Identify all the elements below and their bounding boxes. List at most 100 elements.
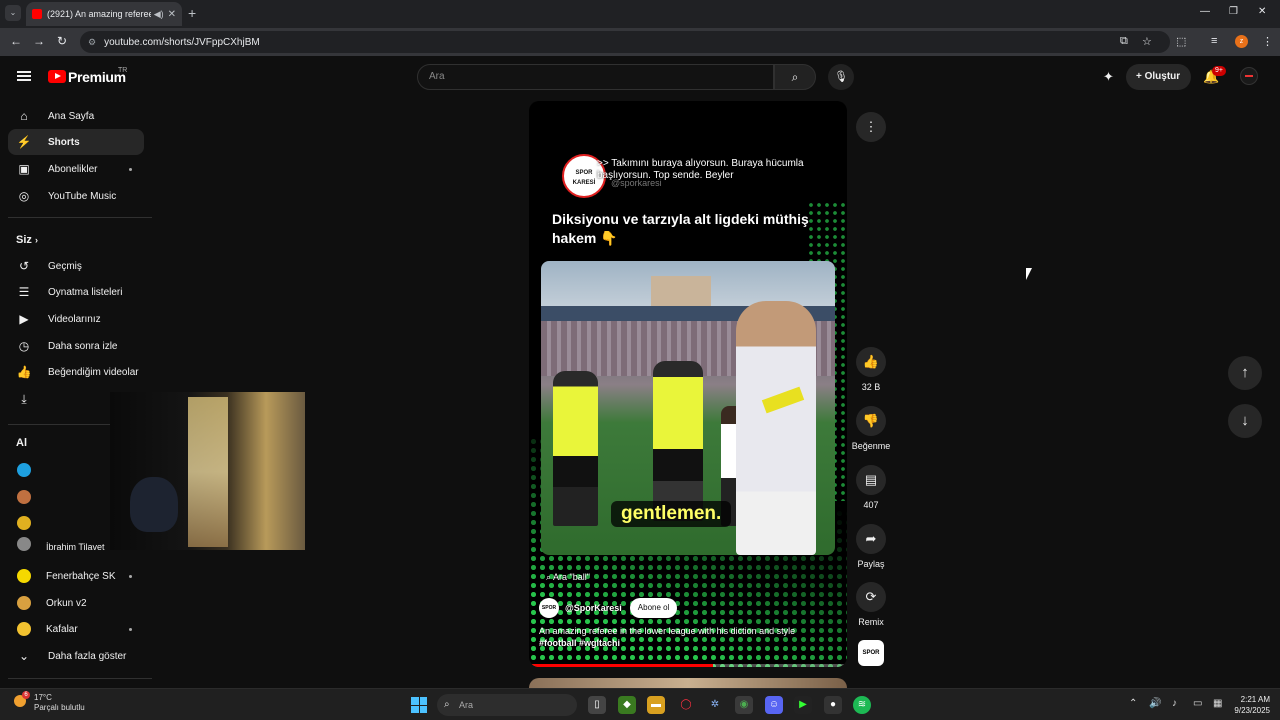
site-info-icon[interactable]: ⚙ [88,37,96,48]
like-button[interactable]: 👍 32 B [841,347,901,392]
file-explorer-icon[interactable]: ▬ [647,696,665,714]
browser-tab-bar: ⌄ (2921) An amazing referee in the lower… [0,0,1280,28]
youtube-header: Premium TR Ara ⌕ 🎙 ✦ + Oluştur 🔔 9+ [0,56,1280,98]
close-window-icon[interactable]: ✕ [1258,6,1266,17]
new-tab-button[interactable]: + [188,5,196,21]
minimize-icon[interactable]: — [1200,6,1210,17]
subscriptions-icon: ▣ [18,162,30,176]
system-clock[interactable]: 2:21 AM 9/23/2025 [1200,694,1270,716]
sidebar-item-youtube-music[interactable]: ◎ YouTube Music [8,183,144,209]
sidebar-item-playlists[interactable]: ☰ Oynatma listeleri [8,279,144,305]
sidebar-item-subscriptions[interactable]: ▣ Abonelikler [8,156,144,182]
search-icon: ⌕ [546,572,554,582]
audio-icon[interactable]: ◀) [154,9,164,20]
channel-name[interactable]: @SporKaresi [565,603,622,613]
channel-avatar [17,622,31,636]
app-icon[interactable]: ● [824,696,842,714]
channel-avatar [17,596,31,610]
address-bar[interactable]: ⚙ youtube.com/shorts/JVFppCXhjBM [80,31,1170,53]
download-icon: ⤓ [21,391,27,406]
thumbs-down-icon: 👎 [856,406,886,436]
cast-icon[interactable]: ✦ [1103,69,1114,85]
reload-icon[interactable]: ↻ [57,34,67,48]
maximize-icon[interactable]: ❐ [1229,6,1238,17]
sidebar-divider [8,217,152,218]
channel-avatar[interactable]: SPOR [539,598,559,618]
create-button[interactable]: + Oluştur [1126,64,1191,90]
nvidia-icon[interactable]: ◆ [618,696,636,714]
new-content-dot [129,628,132,631]
sound-channel-thumbnail[interactable]: SPOR [858,640,884,666]
browser-tab[interactable]: (2921) An amazing referee in the lower l… [26,2,182,26]
history-icon: ↺ [18,259,30,273]
sidebar-item-label: Orkun v2 [46,597,87,609]
mic-tray-icon[interactable]: ♪ [1172,698,1177,709]
sidebar-subscription-fenerbahce[interactable]: Fenerbahçe SK [8,563,144,589]
show-more-button[interactable]: ⌄ Daha fazla göster [8,643,144,669]
voice-search-icon[interactable]: 🎙 [828,64,854,90]
chevron-right-icon: › [34,235,38,245]
search-suggestion[interactable]: ⌕ Ara "ball" [546,572,590,583]
spotify-icon[interactable]: ≋ [853,696,871,714]
shorts-player[interactable]: SPOR KARESİ @sporkaresi >> Takımını bura… [529,101,847,667]
back-icon[interactable]: ← [10,34,22,48]
account-avatar[interactable] [1240,67,1258,85]
sidebar-subscription-kafalar[interactable]: Kafalar [8,616,144,642]
search-icon: ⌕ [444,699,450,710]
tray-overflow-icon[interactable]: ⌃ [1129,698,1137,709]
progress-bar[interactable] [529,664,847,667]
previous-short-arrow-icon[interactable]: ↑ [1228,356,1262,390]
search-icon[interactable]: ⌕ [774,64,816,90]
dislike-button[interactable]: 👎 Beğenme [841,406,901,451]
more-options-icon[interactable]: ⋮ [856,112,886,142]
channel-row: SPOR @SporKaresi Abone ol [539,598,678,618]
sidebar-item-liked-videos[interactable]: 👍 Beğendiğim videolar [8,359,144,385]
share-button[interactable]: ➦ Paylaş [841,524,901,569]
sidebar-item-label: Fenerbahçe SK [46,570,116,582]
background-light [188,397,228,547]
install-icon[interactable]: ⧉ [1120,35,1128,48]
sidebar-item-shorts[interactable]: ⚡ Shorts [8,129,144,155]
volume-icon[interactable]: 🔊 [1149,698,1161,709]
sidebar-subscription-orkun[interactable]: Orkun v2 [8,590,144,616]
hashtags[interactable]: #football #wgltachi [539,637,839,649]
remix-button[interactable]: ⟳ Remix [841,582,901,627]
discord-icon[interactable]: ☺ [765,696,783,714]
you-heading[interactable]: Siz › [16,234,38,246]
temperature: 17°C [34,693,52,702]
sidebar-item-watch-later[interactable]: ◷ Daha sonra izle [8,333,144,359]
opera-icon[interactable]: ◯ [677,696,695,714]
subscribe-button[interactable]: Abone ol [629,598,678,618]
task-view-icon[interactable]: ▯ [588,696,606,714]
tab-list-button[interactable]: ⌄ [5,5,21,21]
taskbar-search[interactable]: ⌕ Ara [437,694,577,716]
next-short-arrow-icon[interactable]: ↓ [1228,404,1262,438]
sidebar-item-home[interactable]: ⌂ Ana Sayfa [8,103,144,129]
chrome-icon[interactable]: ◉ [735,696,753,714]
start-button[interactable] [411,697,427,713]
short-description[interactable]: An amazing referee in the lower league w… [539,625,839,649]
settings-icon[interactable]: ✲ [706,696,724,714]
app-icon[interactable]: ▶ [794,696,812,714]
tab-close-icon[interactable]: ✕ [168,9,176,20]
taskbar-search-placeholder: Ara [459,700,474,710]
share-label: Paylaş [857,559,885,569]
search-input[interactable]: Ara [417,64,774,90]
sidebar-item-history[interactable]: ↺ Geçmiş [8,253,144,279]
youtube-logo-icon[interactable] [48,70,66,83]
short-headline: Diksiyonu ve tarzıyla alt ligdeki müthiş… [552,211,809,246]
forward-icon[interactable]: → [33,34,45,48]
comments-button[interactable]: ▤ 407 [841,465,901,510]
profile-avatar[interactable]: z [1235,35,1248,48]
extensions-icon[interactable]: ⬚ [1176,35,1186,48]
browser-menu-icon[interactable]: ⋮ [1262,35,1273,48]
menu-icon[interactable] [17,71,31,81]
sidebar-item-your-videos[interactable]: ▶ Videolarınız [8,306,144,332]
clock-time: 2:21 AM [1240,695,1270,704]
comment-count: 407 [863,500,879,510]
channel-avatar [17,569,31,583]
media-control-icon[interactable]: ≡ [1211,35,1217,47]
weather-widget[interactable]: 6 17°C Parçalı bulutlu [14,691,85,713]
bookmark-star-icon[interactable]: ☆ [1142,35,1152,48]
url-text: youtube.com/shorts/JVFppCXhjBM [104,36,260,48]
